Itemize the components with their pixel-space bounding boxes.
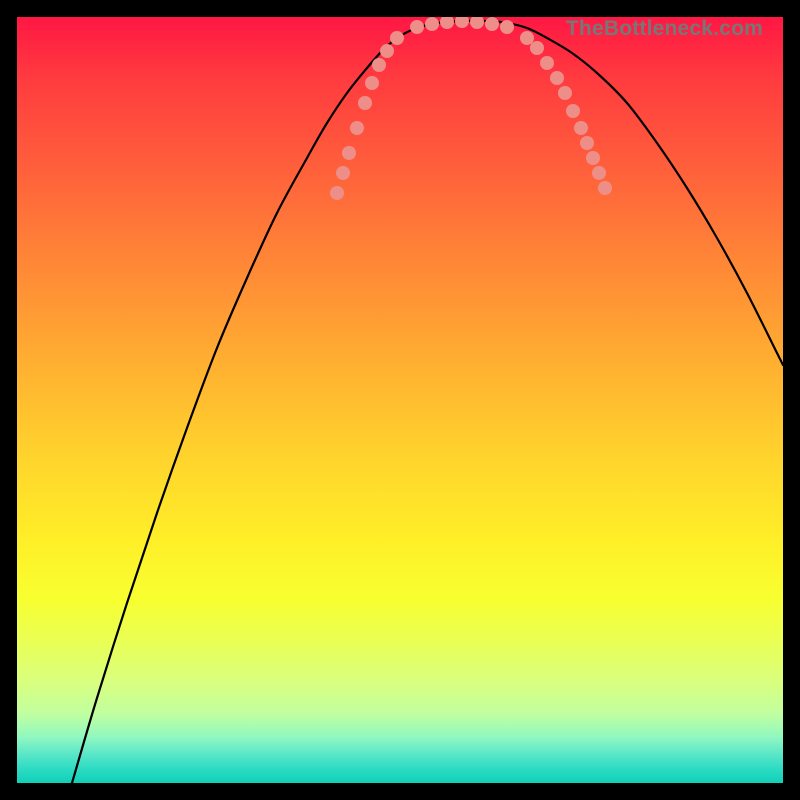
plot-area: TheBottleneck.com [17,17,783,783]
chart-svg [17,17,783,783]
data-dot [342,146,356,160]
data-dot [358,96,372,110]
data-dot [365,76,379,90]
dots-right-marks [520,31,612,195]
data-dot [455,17,469,28]
data-dot [530,41,544,55]
chart-frame: TheBottleneck.com [0,0,800,800]
data-dot [592,166,606,180]
data-dot [440,17,454,29]
data-dot [580,136,594,150]
data-dot [540,56,554,70]
data-dot [390,31,404,45]
data-dot [586,151,600,165]
data-dot [598,181,612,195]
data-dot [485,17,499,31]
bottleneck-curve [72,21,783,783]
data-dot [425,17,439,31]
data-dot [470,17,484,29]
dots-left-marks [330,31,404,200]
data-dot [336,166,350,180]
data-dot [520,31,534,45]
data-dot [380,44,394,58]
data-dot [574,121,588,135]
data-dot [350,121,364,135]
data-dot [558,86,572,100]
data-dot [330,186,344,200]
data-dot [550,71,564,85]
data-dot [410,20,424,34]
dots-bottom-marks [410,17,514,34]
data-dot [372,58,386,72]
data-dot [566,104,580,118]
data-dot [500,20,514,34]
